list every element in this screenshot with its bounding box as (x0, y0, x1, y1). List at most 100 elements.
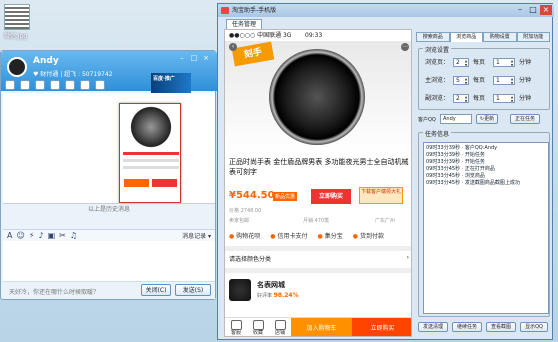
share-icon[interactable]: ⋯ (401, 43, 409, 51)
music-icon[interactable]: ♫ (70, 231, 77, 240)
desktop-file-label: 微信.jpg (4, 33, 28, 40)
tab-search-product[interactable]: 搜索商品 (416, 32, 450, 42)
log-line: 09时33分39秒 · 开始任务 (426, 152, 485, 158)
task-log[interactable]: 09时33分39秒 · 客户QQ:Andy 09时33分39秒 · 开始任务 0… (423, 142, 549, 314)
watch-thumbnail (122, 106, 180, 148)
chat-history-pane (3, 93, 215, 203)
emoji-icon[interactable]: ☺ (16, 231, 24, 240)
shake-icon[interactable]: ⚡ (29, 231, 35, 240)
task-info-label: 任务信息 (423, 129, 452, 138)
buy-button[interactable]: 立即购买 (311, 189, 351, 204)
row-label: 浏览页： (425, 59, 450, 66)
count-stepper[interactable]: 2 (453, 94, 469, 103)
edit-toolbar: A ☺ ⚡ ♪ ▣ ✂ ♫ 消息记录 ▾ (3, 229, 215, 241)
file-transfer-icon[interactable] (35, 80, 45, 90)
log-line: 09时33分45秒 · 发送截图商品截图上成功 (426, 180, 520, 186)
app-logo-icon (221, 7, 229, 14)
history-link[interactable]: 以上是历史消息 (3, 203, 215, 215)
bottom-tip: 天好冷，你还在哪什么时候取暖？ (9, 289, 100, 296)
screenshot-icon[interactable]: ✂ (59, 231, 66, 240)
watch-image (269, 49, 365, 145)
minimize-icon[interactable]: – (514, 5, 526, 15)
per-label: 每页 (473, 77, 486, 84)
chevron-right-icon: › (406, 254, 409, 261)
settings-tabs: 搜索商品 浏览商品 购物设置 附加功能 (416, 32, 550, 42)
shop-card[interactable]: 名表网城 好评率 98.24% (225, 268, 411, 308)
preview-cart-button (124, 179, 149, 187)
video-call-icon[interactable] (20, 80, 30, 90)
send-button[interactable]: 发送(S) (175, 284, 211, 296)
desktop-file-icon[interactable] (4, 4, 30, 30)
group-chat-icon[interactable] (65, 80, 75, 90)
minutes-stepper[interactable]: 1 (493, 94, 515, 103)
browse-settings-group: 浏览设置 浏览页： 2 每页 1 分钟 主浏览： 5 每页 1 分钟 副浏览： … (418, 45, 553, 110)
rating-label: 好评率 (257, 293, 273, 299)
client-qq-select[interactable]: Andy (440, 114, 472, 124)
preview-buy-button (152, 179, 177, 187)
preview-line (123, 152, 179, 155)
product-photo[interactable]: 刻手 ‹ ⋯ (225, 41, 411, 155)
minutes-stepper[interactable]: 1 (493, 58, 515, 67)
ad-banner[interactable]: 百度·推广 (151, 73, 191, 93)
tab-shopping-settings[interactable]: 购物设置 (483, 32, 517, 42)
rating-value: 98.24% (273, 292, 299, 299)
original-price: 价格 2748.00 (229, 208, 262, 214)
contact-subtitle: ♥ 财付通 | 超飞 : 50719742 (33, 71, 113, 78)
continue-task-button[interactable]: 继续任务 (452, 322, 482, 332)
service-item: 信用卡支付 (270, 231, 308, 240)
message-input[interactable] (3, 241, 215, 281)
contact-avatar[interactable] (7, 57, 27, 77)
tab-extra-functions[interactable]: 附加功能 (516, 32, 550, 42)
close-icon[interactable]: × (540, 5, 552, 15)
service-item: 购物花呗 (229, 231, 260, 240)
log-line: 09时33分39秒 · 开始任务 (426, 159, 485, 165)
minutes-stepper[interactable]: 1 (493, 76, 515, 85)
nav-favorite[interactable]: 收藏 (247, 318, 269, 336)
chat-image-preview[interactable] (119, 103, 181, 203)
show-qq-button[interactable]: 显示QQ (520, 322, 548, 332)
service-item: 货到付款 (353, 231, 384, 240)
task-status-button[interactable]: 正在任务 (510, 114, 540, 124)
count-stepper[interactable]: 2 (453, 58, 469, 67)
qq-bottom-bar: 天好冷，你还在哪什么时候取暖？ 关闭(C) 发送(S) (3, 281, 215, 299)
more-icon[interactable] (95, 80, 105, 90)
service-item: 集分宝 (318, 231, 343, 240)
close-icon[interactable]: × (201, 54, 211, 62)
qq-chat-window: Andy ♥ 财付通 | 超飞 : 50719742 – □ × 百度·推广 以… (0, 50, 217, 300)
count-stepper[interactable]: 5 (453, 76, 469, 85)
buy-now-button[interactable]: 立即购买 (352, 318, 411, 336)
voice-call-icon[interactable] (5, 80, 15, 90)
contact-name[interactable]: Andy (33, 56, 59, 66)
maximize-icon[interactable]: □ (189, 54, 199, 62)
tab-browse-product[interactable]: 浏览商品 (449, 32, 483, 42)
seller-location: 广东广州 (375, 218, 396, 224)
voice-message-icon[interactable]: ♪ (38, 231, 43, 240)
unit-label: 分钟 (519, 59, 532, 66)
view-screenshot-button[interactable]: 查看截图 (486, 322, 516, 332)
product-price: ¥544.50 (229, 190, 275, 201)
main-browse-row: 主浏览： 5 每页 1 分钟 (419, 75, 553, 86)
download-client-button[interactable]: 下载客户端领大礼 (359, 187, 403, 204)
tab-task-management[interactable]: 任务管理 (226, 19, 262, 29)
back-arrow-icon[interactable]: ‹ (229, 43, 237, 51)
price-tag: 新品优惠 (273, 192, 298, 201)
clear-send-button[interactable]: 发送清理 (418, 322, 448, 332)
minimize-icon[interactable]: – (177, 54, 187, 62)
close-button[interactable]: 关闭(C) (141, 284, 171, 296)
browse-row: 浏览页： 2 每页 1 分钟 (419, 57, 553, 68)
message-record-button[interactable]: 消息记录 ▾ (182, 231, 211, 240)
app-icon[interactable] (80, 80, 90, 90)
choose-color-row[interactable]: 请选择颜色分类 › (225, 246, 411, 263)
nav-customer-service[interactable]: 客服 (225, 318, 247, 336)
sub-browse-row: 副浏览： 2 每页 1 分钟 (419, 93, 553, 104)
maximize-icon[interactable]: □ (527, 5, 539, 15)
refresh-button[interactable]: ↻更新 (476, 114, 498, 124)
remote-desktop-icon[interactable] (50, 80, 60, 90)
window-title: 淘宝助手-手机版 (218, 4, 554, 17)
nav-shop[interactable]: 店铺 (269, 318, 291, 336)
image-icon[interactable]: ▣ (48, 231, 56, 240)
bottom-nav: 客服 收藏 店铺 加入购物车 立即购买 (225, 317, 411, 336)
font-icon[interactable]: A (7, 231, 12, 240)
log-line: 09时33分45秒 · 浏览商品 (426, 173, 485, 179)
add-to-cart-button[interactable]: 加入购物车 (291, 318, 352, 336)
